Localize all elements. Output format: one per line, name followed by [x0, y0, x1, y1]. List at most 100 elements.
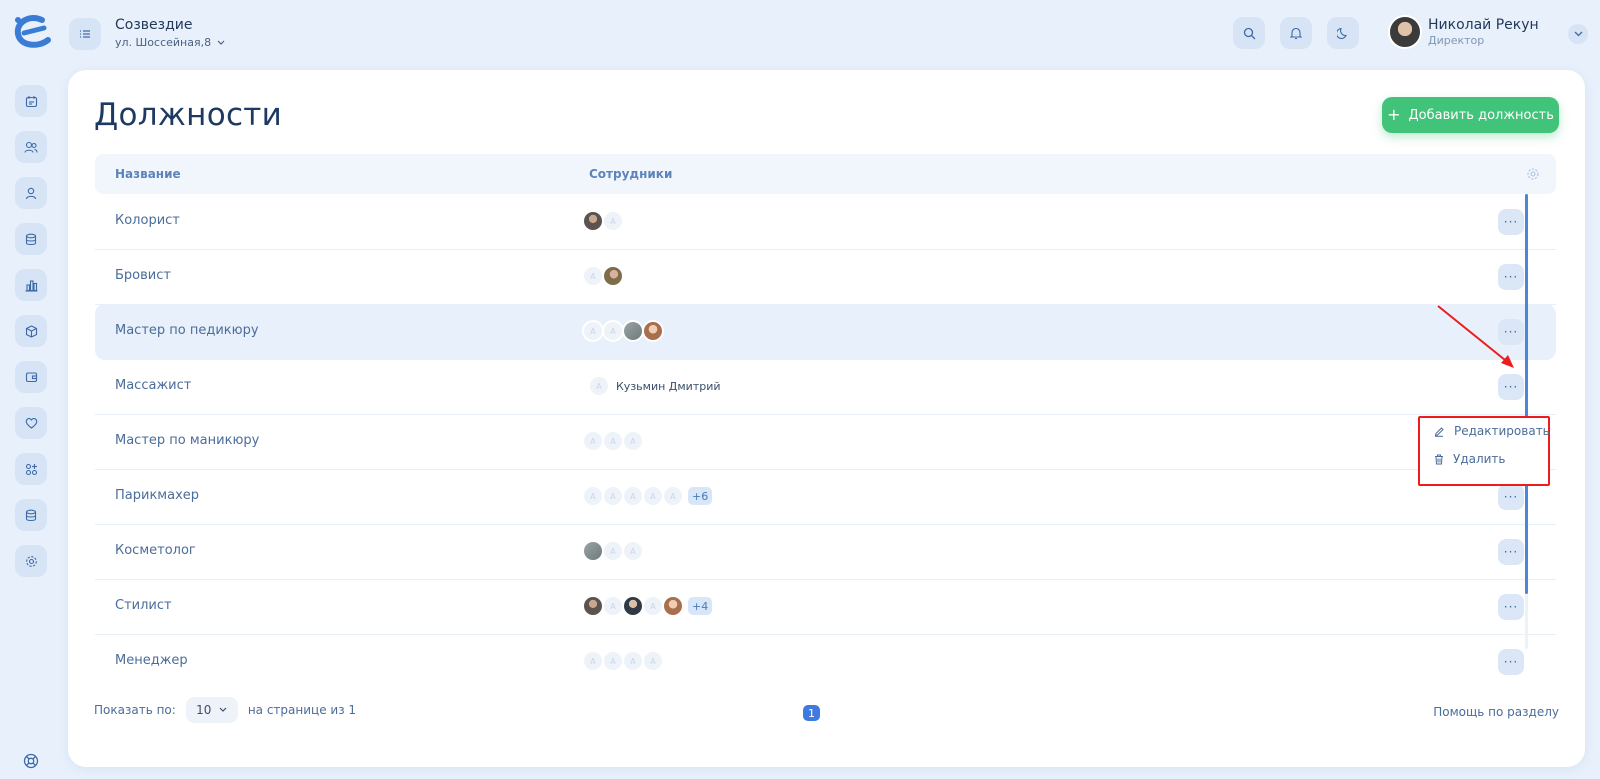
more-icon: ··· [1503, 600, 1519, 614]
avatar [602, 540, 624, 562]
sidebar-clients[interactable] [15, 131, 47, 163]
staff-avatars: +6 [582, 485, 713, 507]
chevron-down-icon [1574, 31, 1582, 37]
position-name[interactable]: Косметолог [115, 543, 196, 558]
lifebuoy-icon[interactable] [22, 752, 40, 770]
user-role: Директор [1428, 34, 1485, 47]
bell-icon [1290, 27, 1302, 39]
table-row[interactable]: Бровист ··· [95, 249, 1556, 305]
table-row[interactable]: Косметолог ··· [95, 524, 1556, 580]
avatar [582, 650, 604, 672]
page-title: Должности [94, 97, 283, 133]
help-link[interactable]: Помощь по разделу [1433, 705, 1559, 719]
row-actions-button[interactable]: ··· [1498, 209, 1524, 235]
theme-toggle-button[interactable] [1327, 17, 1359, 49]
avatar [602, 265, 624, 287]
app-logo-icon[interactable] [12, 14, 54, 50]
chevron-down-icon [217, 40, 225, 45]
add-position-button[interactable]: + Добавить должность [1382, 97, 1559, 133]
position-name[interactable]: Стилист [115, 598, 172, 613]
avatar [622, 650, 644, 672]
position-name[interactable]: Менеджер [115, 653, 188, 668]
calendar-icon [25, 95, 37, 107]
column-staff[interactable]: Сотрудники [589, 167, 672, 181]
gear-icon[interactable] [1526, 167, 1540, 181]
list-icon [80, 30, 90, 38]
table-row[interactable]: Массажист Кузьмин Дмитрий ··· [95, 359, 1556, 415]
table-row[interactable]: Стилист +4 ··· [95, 579, 1556, 635]
menu-item-delete[interactable]: Удалить [1434, 452, 1506, 466]
row-actions-button[interactable]: ··· [1498, 539, 1524, 565]
scrollbar-thumb[interactable] [1525, 194, 1528, 594]
staff-avatars [582, 430, 644, 452]
table-row[interactable]: Парикмахер +6 ··· [95, 469, 1556, 525]
search-button[interactable] [1233, 17, 1265, 49]
position-name[interactable]: Колорист [115, 213, 180, 228]
staff-name: Кузьмин Дмитрий [616, 379, 721, 393]
avatar [582, 595, 604, 617]
row-actions-button[interactable]: ··· [1498, 594, 1524, 620]
staff-avatars [582, 210, 624, 232]
page-button-current[interactable]: 1 [803, 705, 820, 721]
staff-avatars [582, 650, 664, 672]
avatar [642, 595, 664, 617]
per-page-select[interactable]: 10 [185, 697, 238, 723]
user-name: Николай Рекун [1428, 17, 1539, 33]
moon-icon [1337, 27, 1347, 39]
table-row[interactable]: Мастер по педикюру ··· [95, 304, 1556, 360]
row-context-menu: Редактировать Удалить [1418, 416, 1550, 486]
add-position-label: Добавить должность [1408, 107, 1554, 123]
org-selector[interactable]: Созвездие ул. Шоссейная,8 [115, 17, 225, 49]
sidebar-analytics[interactable] [15, 269, 47, 301]
more-icon: ··· [1503, 545, 1519, 559]
user-menu-button[interactable] [1568, 24, 1588, 44]
position-name[interactable]: Мастер по педикюру [115, 323, 259, 338]
menu-toggle-button[interactable] [69, 18, 101, 50]
more-icon: ··· [1503, 215, 1519, 229]
top-bar: Созвездие ул. Шоссейная,8 Николай Рекун … [0, 0, 1600, 68]
pages-label: на странице из 1 [247, 703, 357, 717]
position-name[interactable]: Парикмахер [115, 488, 199, 503]
menu-item-edit[interactable]: Редактировать [1434, 424, 1550, 438]
avatar [622, 540, 644, 562]
show-label: Показать по: [94, 703, 176, 717]
sidebar-loyalty[interactable] [15, 407, 47, 439]
sidebar-staff[interactable] [15, 177, 47, 209]
avatar [582, 210, 604, 232]
table-row[interactable]: Менеджер ··· [95, 634, 1556, 690]
row-actions-button[interactable]: ··· [1498, 264, 1524, 290]
position-name[interactable]: Мастер по маникюру [115, 433, 259, 448]
user-profile[interactable]: Николай Рекун Директор [1388, 15, 1539, 49]
table-row[interactable]: Мастер по маникюру [95, 414, 1556, 470]
sidebar-calendar[interactable] [15, 85, 47, 117]
sidebar-storage[interactable] [15, 499, 47, 531]
table-row[interactable]: Колорист ··· [95, 194, 1556, 250]
more-staff-badge[interactable]: +4 [688, 597, 713, 615]
annotation-arrow-icon [1437, 305, 1514, 368]
sidebar-settings[interactable] [15, 545, 47, 577]
avatar [602, 595, 624, 617]
row-actions-button[interactable]: ··· [1498, 484, 1524, 510]
sidebar-apps[interactable] [15, 453, 47, 485]
more-icon: ··· [1503, 490, 1519, 504]
notifications-button[interactable] [1280, 17, 1312, 49]
sidebar-products[interactable] [15, 315, 47, 347]
gear-icon [25, 555, 37, 567]
per-page-value: 10 [196, 703, 212, 717]
position-name[interactable]: Массажист [115, 378, 191, 393]
table-header: Название Сотрудники [95, 154, 1556, 194]
sidebar-database[interactable] [15, 223, 47, 255]
menu-item-delete-label: Удалить [1453, 452, 1506, 466]
sidebar-finance[interactable] [15, 361, 47, 393]
avatar [582, 540, 604, 562]
row-actions-button[interactable]: ··· [1498, 374, 1524, 400]
row-actions-button[interactable]: ··· [1498, 649, 1524, 675]
more-staff-badge[interactable]: +6 [688, 487, 713, 505]
avatar [582, 265, 604, 287]
position-name[interactable]: Бровист [115, 268, 171, 283]
column-name[interactable]: Название [115, 167, 181, 181]
apps-icon [25, 463, 37, 475]
users-icon [24, 141, 38, 153]
staff-avatars: Кузьмин Дмитрий [588, 375, 721, 397]
avatar [602, 650, 624, 672]
